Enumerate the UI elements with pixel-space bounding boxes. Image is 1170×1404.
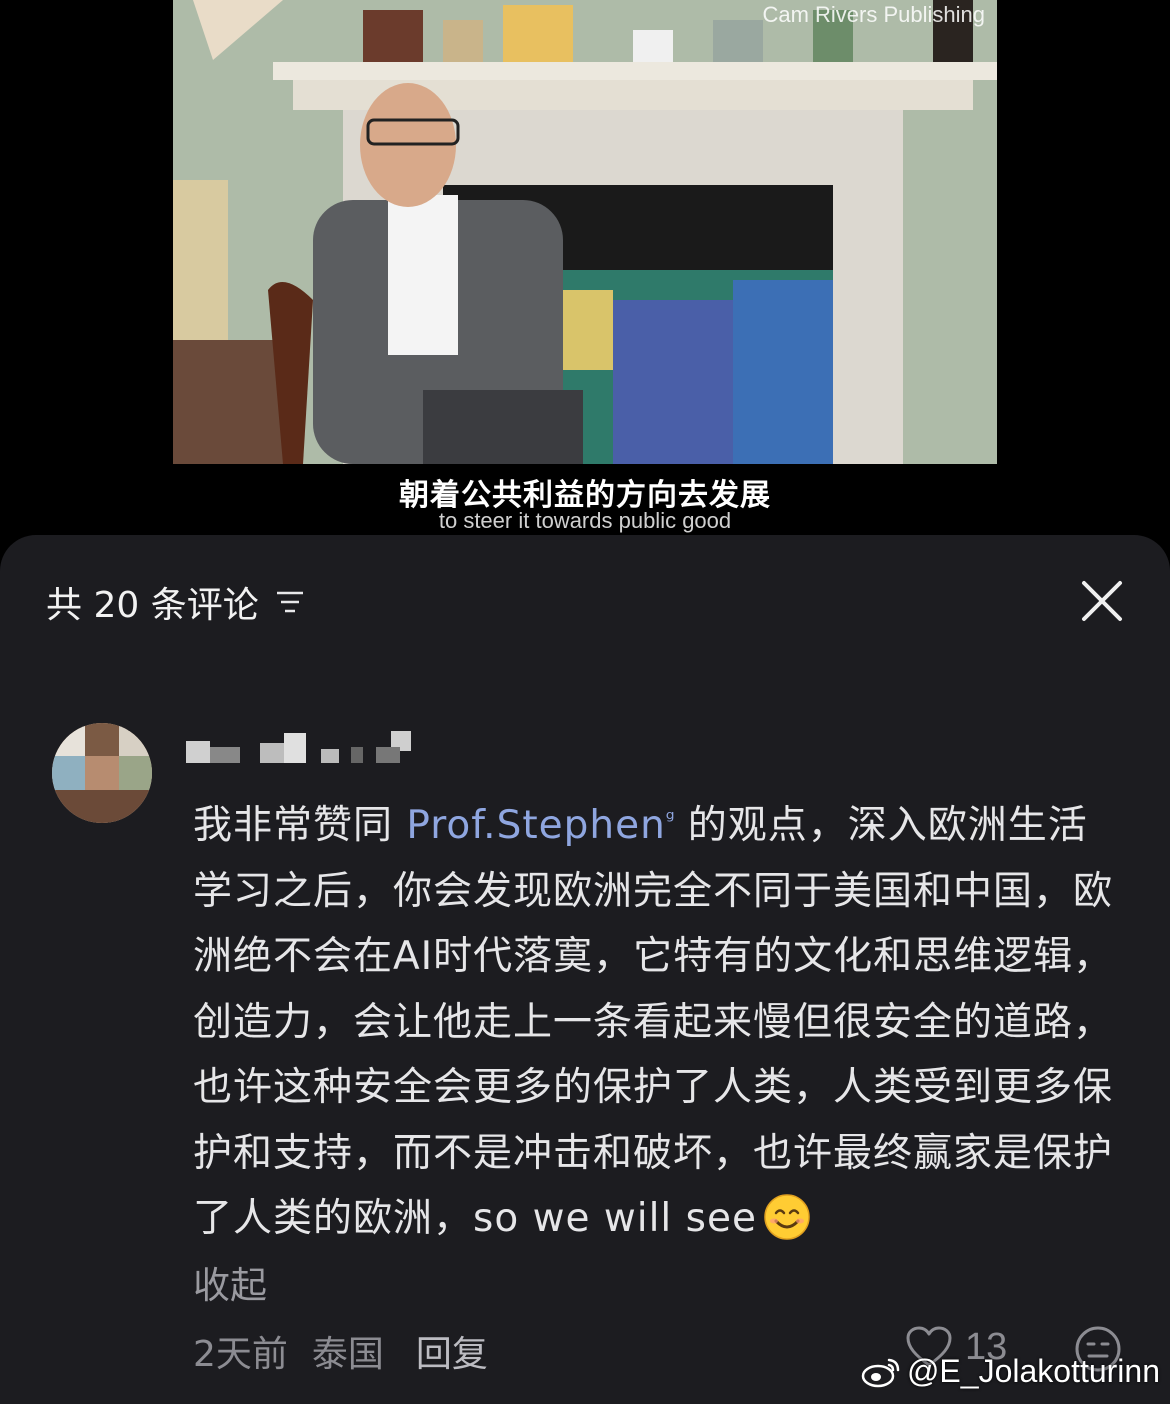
smiling-face-icon — [764, 1193, 810, 1240]
comment-body: 我非常赞同 Prof.Stephenᵍ 的观点，深入欧洲生活学习之后，你会发现欧洲… — [193, 793, 1123, 1252]
reply-button[interactable]: 回复 — [416, 1325, 488, 1377]
comment-time: 2天前 — [193, 1334, 288, 1375]
video-frame[interactable]: Cam Rivers Publishing — [173, 0, 997, 464]
comments-sheet: 共 20 条评论 我非常赞同 Prof.Stephenᵍ 的观点，深入欧洲生活学… — [0, 535, 1170, 1404]
comments-count-title: 共 20 条评论 — [46, 585, 259, 626]
collapse-button[interactable]: 收起 — [193, 1255, 267, 1309]
mention-link[interactable]: Prof.Stephen — [406, 803, 665, 848]
mention-icon: ᵍ — [665, 807, 676, 832]
weibo-logo-icon — [861, 1358, 900, 1387]
comments-header: 共 20 条评论 — [46, 577, 305, 627]
comment-meta: 2天前 泰国 回复 — [193, 1325, 488, 1377]
close-icon[interactable] — [1080, 579, 1124, 623]
video-scene — [173, 0, 997, 464]
weibo-watermark: @E_Jolakotturinn — [861, 1353, 1160, 1390]
weibo-handle: @E_Jolakotturinn — [906, 1353, 1160, 1389]
sort-icon[interactable] — [275, 589, 305, 615]
avatar[interactable] — [52, 723, 152, 823]
comment-text-start: 我非常赞同 — [193, 803, 407, 848]
comment-text-rest: 的观点，深入欧洲生活学习之后，你会发现欧洲完全不同于美国和中国，欧洲绝不会在AI… — [193, 803, 1114, 1241]
subtitle-english: to steer it towards public good — [438, 508, 732, 533]
username-blurred[interactable] — [186, 727, 416, 767]
comment-location: 泰国 — [311, 1334, 384, 1375]
video-watermark: Cam Rivers Publishing — [762, 2, 985, 27]
